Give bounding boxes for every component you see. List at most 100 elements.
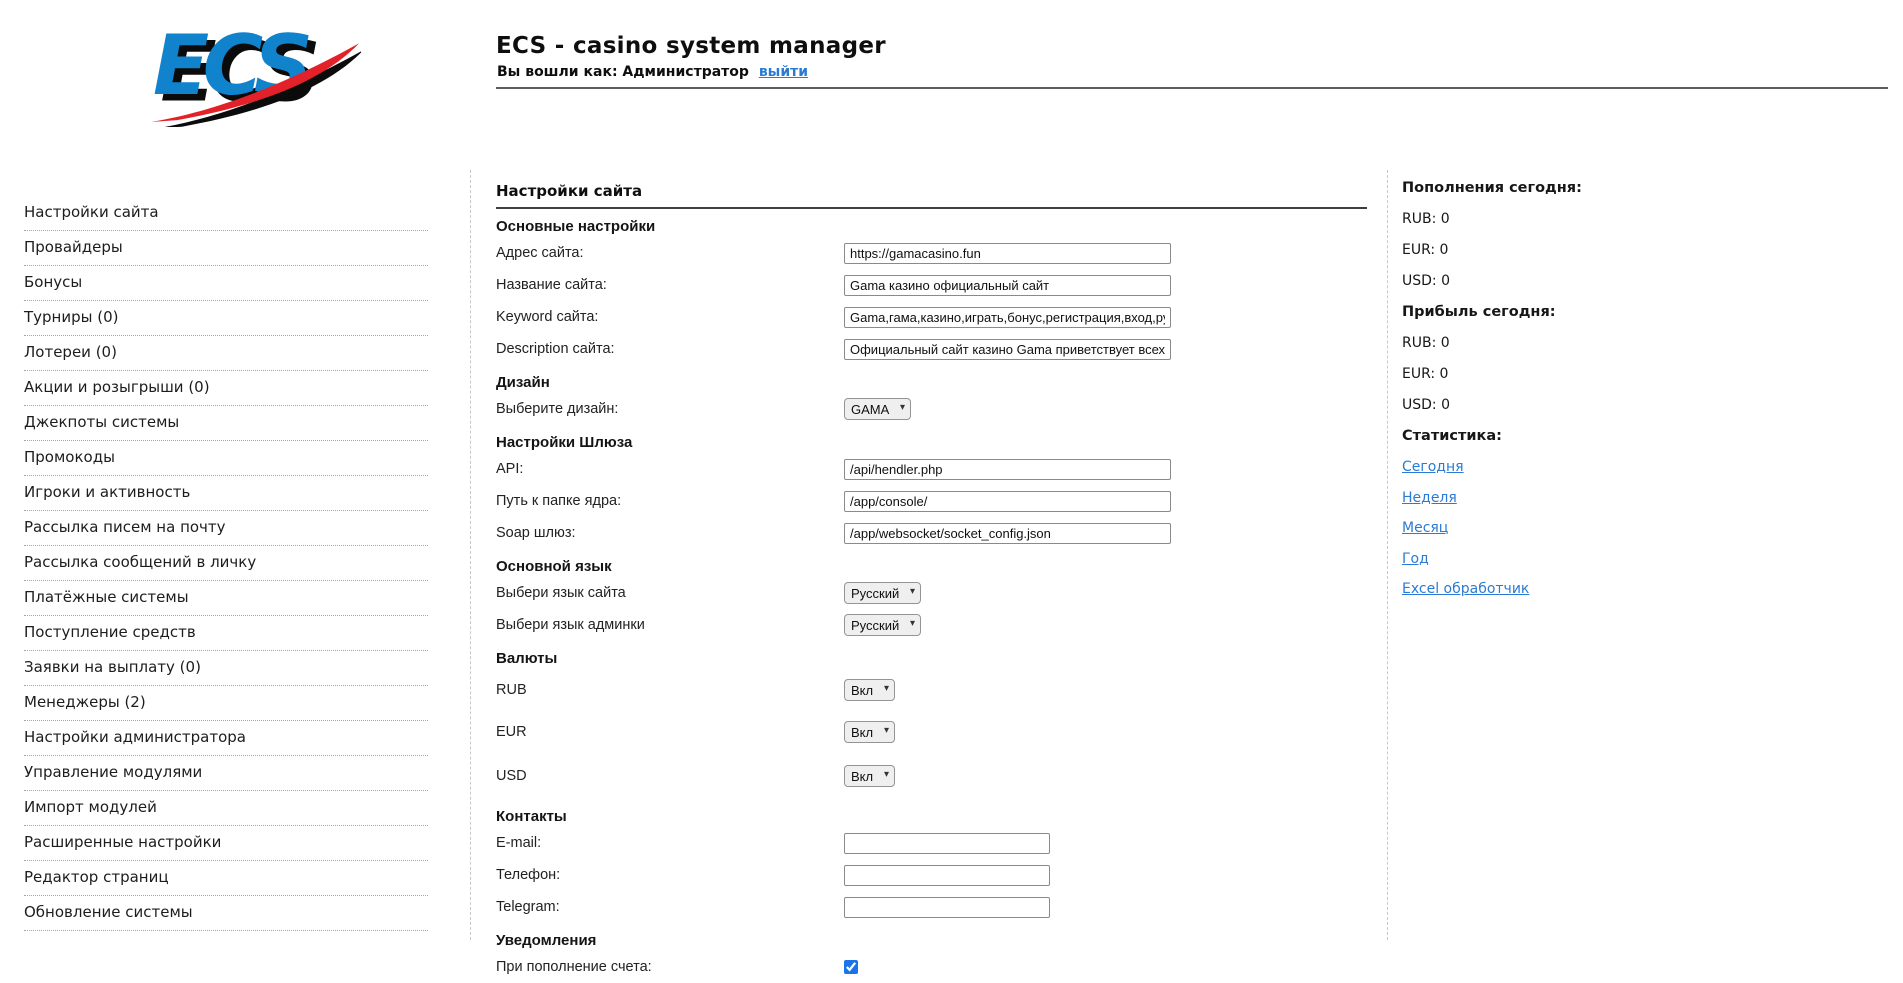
api-row: API: bbox=[496, 453, 1367, 485]
sidebar-item[interactable]: Редактор страниц bbox=[24, 861, 428, 896]
site-url-row: Адрес сайта: bbox=[496, 237, 1367, 269]
site-url-input[interactable] bbox=[844, 243, 1171, 264]
stats-sidebar: Пополнения сегодня: RUB: 0EUR: 0USD: 0 П… bbox=[1402, 180, 1722, 612]
field-label: Description сайта: bbox=[496, 341, 844, 357]
core-path-row: Путь к папке ядра: bbox=[496, 485, 1367, 517]
login-status: Вы вошли как: Администратор выйти bbox=[497, 64, 808, 80]
field-label: USD bbox=[496, 768, 844, 784]
main-menu-list: Настройки сайта Провайдеры Бонусы Турнир… bbox=[24, 196, 428, 931]
stats-link-row: Неделя bbox=[1402, 490, 1722, 521]
site-language-select[interactable]: Русский bbox=[844, 582, 921, 604]
deposits-today-title: Пополнения сегодня: bbox=[1402, 180, 1722, 211]
sidebar-item[interactable]: Импорт модулей bbox=[24, 791, 428, 826]
phone-input[interactable] bbox=[844, 865, 1050, 886]
sidebar-item[interactable]: Заявки на выплату (0) bbox=[24, 651, 428, 686]
sidebar-item[interactable]: Игроки и активность bbox=[24, 476, 428, 511]
field-label: API: bbox=[496, 461, 844, 477]
design-row: Выберите дизайн: GAMA ▾ bbox=[496, 393, 1367, 425]
sidebar-item[interactable]: Настройки администратора bbox=[24, 721, 428, 756]
field-label: E-mail: bbox=[496, 835, 844, 851]
field-label: Telegram: bbox=[496, 899, 844, 915]
sidebar-item[interactable]: Джекпоты системы bbox=[24, 406, 428, 441]
email-row: E-mail: bbox=[496, 827, 1367, 859]
site-description-row: Description сайта: bbox=[496, 333, 1367, 365]
telegram-input[interactable] bbox=[844, 897, 1050, 918]
field-label: Телефон: bbox=[496, 867, 844, 883]
statistics-title: Статистика: bbox=[1402, 428, 1722, 459]
email-input[interactable] bbox=[844, 833, 1050, 854]
stats-link[interactable]: Месяц bbox=[1402, 520, 1448, 536]
api-input[interactable] bbox=[844, 459, 1171, 480]
section-basic-settings: Основные настройки bbox=[496, 218, 1367, 237]
statistics-links: Сегодня Неделя Месяц Год Excel обработчи… bbox=[1402, 459, 1722, 612]
usd-toggle-select[interactable]: Вкл bbox=[844, 765, 895, 787]
eur-toggle-select[interactable]: Вкл bbox=[844, 721, 895, 743]
core-path-input[interactable] bbox=[844, 491, 1171, 512]
site-settings-panel: Настройки сайта Основные настройки Адрес… bbox=[470, 170, 1388, 940]
rub-toggle-select[interactable]: Вкл bbox=[844, 679, 895, 701]
field-label: Выберите дизайн: bbox=[496, 401, 844, 417]
admin-lang-row: Выбери язык админки Русский ▾ bbox=[496, 609, 1367, 641]
rub-row: RUB Вкл ▾ bbox=[496, 669, 1367, 711]
sidebar-item[interactable]: Поступление средств bbox=[24, 616, 428, 651]
sidebar-item[interactable]: Расширенные настройки bbox=[24, 826, 428, 861]
site-description-input[interactable] bbox=[844, 339, 1171, 360]
stats-link[interactable]: Сегодня bbox=[1402, 459, 1464, 475]
field-label: Название сайта: bbox=[496, 277, 844, 293]
soap-input[interactable] bbox=[844, 523, 1171, 544]
soap-row: Soap шлюз: bbox=[496, 517, 1367, 549]
sidebar-item[interactable]: Лотереи (0) bbox=[24, 336, 428, 371]
section-language: Основной язык bbox=[496, 558, 1367, 577]
field-label: Путь к папке ядра: bbox=[496, 493, 844, 509]
profit-list: RUB: 0EUR: 0USD: 0 bbox=[1402, 335, 1722, 428]
sidebar-item[interactable]: Управление модулями bbox=[24, 756, 428, 791]
deposit-notify-checkbox[interactable] bbox=[844, 960, 858, 974]
phone-row: Телефон: bbox=[496, 859, 1367, 891]
field-label: При пополнение счета: bbox=[496, 959, 844, 975]
field-label: Soap шлюз: bbox=[496, 525, 844, 541]
sidebar-item[interactable]: Провайдеры bbox=[24, 231, 428, 266]
sidebar-item[interactable]: Акции и розыгрыши (0) bbox=[24, 371, 428, 406]
svg-text:ECS: ECS bbox=[153, 18, 309, 114]
field-label: Адрес сайта: bbox=[496, 245, 844, 261]
currency-amount: RUB: 0 bbox=[1402, 335, 1722, 366]
login-status-text: Вы вошли как: Администратор bbox=[497, 64, 749, 80]
sidebar-item[interactable]: Менеджеры (2) bbox=[24, 686, 428, 721]
stats-link-row: Месяц bbox=[1402, 520, 1722, 551]
sidebar-item[interactable]: Турниры (0) bbox=[24, 301, 428, 336]
stats-link-row: Год bbox=[1402, 551, 1722, 582]
site-keywords-input[interactable] bbox=[844, 307, 1171, 328]
page-title: ECS - casino system manager bbox=[496, 33, 886, 59]
currency-amount: USD: 0 bbox=[1402, 273, 1722, 304]
currency-amount: EUR: 0 bbox=[1402, 366, 1722, 397]
currency-amount: RUB: 0 bbox=[1402, 211, 1722, 242]
deposits-list: RUB: 0EUR: 0USD: 0 bbox=[1402, 211, 1722, 304]
sidebar-item[interactable]: Настройки сайта bbox=[24, 196, 428, 231]
section-design: Дизайн bbox=[496, 374, 1367, 393]
stats-link[interactable]: Excel обработчик bbox=[1402, 581, 1529, 597]
sidebar-item[interactable]: Рассылка писем на почту bbox=[24, 511, 428, 546]
section-gateway: Настройки Шлюза bbox=[496, 434, 1367, 453]
sidebar-item[interactable]: Обновление системы bbox=[24, 896, 428, 931]
stats-link[interactable]: Неделя bbox=[1402, 490, 1457, 506]
panel-divider bbox=[496, 207, 1367, 209]
stats-link[interactable]: Год bbox=[1402, 551, 1429, 567]
admin-language-select[interactable]: Русский bbox=[844, 614, 921, 636]
section-currencies: Валюты bbox=[496, 650, 1367, 669]
header-divider bbox=[496, 87, 1888, 89]
logout-link[interactable]: выйти bbox=[759, 64, 808, 80]
sidebar-item[interactable]: Рассылка сообщений в личку bbox=[24, 546, 428, 581]
site-name-input[interactable] bbox=[844, 275, 1171, 296]
deposit-notify-row: При пополнение счета: bbox=[496, 951, 1367, 983]
sidebar-item[interactable]: Платёжные системы bbox=[24, 581, 428, 616]
field-label: EUR bbox=[496, 724, 844, 740]
design-select[interactable]: GAMA bbox=[844, 398, 911, 420]
sidebar-item[interactable]: Промокоды bbox=[24, 441, 428, 476]
ecs-logo: ECS ECS bbox=[136, 12, 361, 127]
ecs-logo-graphic: ECS ECS bbox=[136, 12, 361, 127]
field-label: Keyword сайта: bbox=[496, 309, 844, 325]
field-label: Выбери язык админки bbox=[496, 617, 844, 633]
section-notifications: Уведомления bbox=[496, 932, 1367, 951]
sidebar-item[interactable]: Бонусы bbox=[24, 266, 428, 301]
section-contacts: Контакты bbox=[496, 808, 1367, 827]
